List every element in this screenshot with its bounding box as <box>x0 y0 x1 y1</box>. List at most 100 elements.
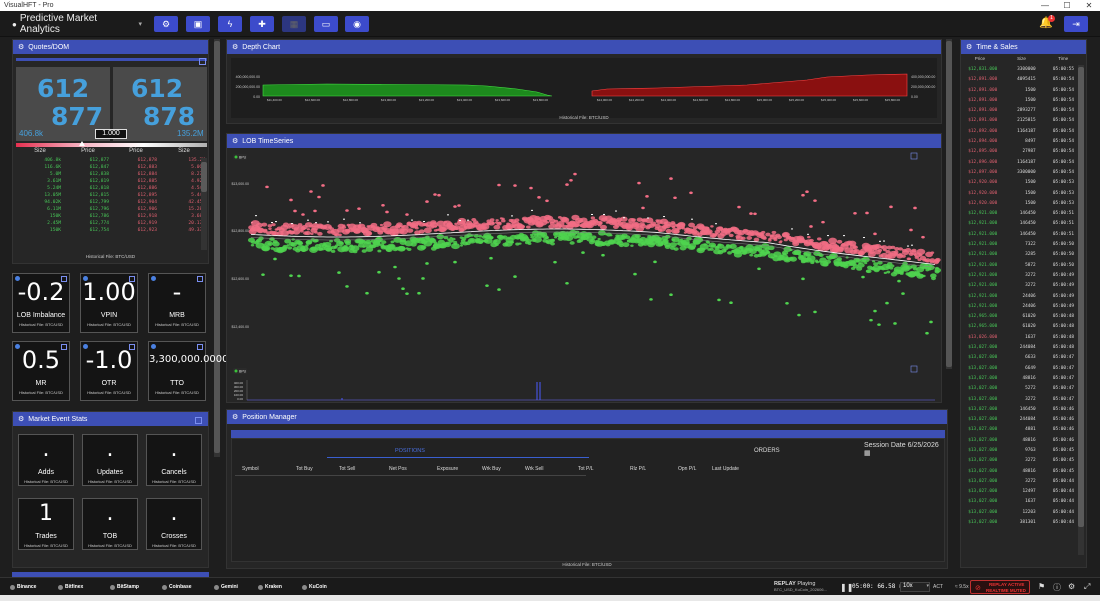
ts-row[interactable]: $13,027.000 1637 05:00:44 <box>963 497 1078 507</box>
ts-row[interactable]: $12,891.000 1500 05:00:54 <box>963 86 1078 96</box>
gear-icon[interactable]: ⚙ <box>18 43 24 51</box>
ts-row[interactable]: $13,027.000 3272 05:00:44 <box>963 477 1078 487</box>
ts-row[interactable]: $12,921.000 146450 05:00:51 <box>963 219 1078 229</box>
col-exposure[interactable]: Exposure <box>437 466 458 472</box>
popout-icon[interactable] <box>195 417 202 424</box>
workspace-selector[interactable]: ● Predictive Market Analytics ▾ <box>12 13 142 35</box>
ts-row[interactable]: $13,027.000 244084 05:00:46 <box>963 415 1078 425</box>
gear-icon[interactable]: ⚙ <box>232 43 238 51</box>
logout-button[interactable]: ⇥ <box>1064 16 1088 32</box>
dom-row[interactable]: 3.61M 612,819 612,885 4.92M <box>16 178 208 185</box>
col-symbol[interactable]: Symbol <box>242 466 259 472</box>
ts-row[interactable]: $13,027.000 3272 05:00:45 <box>963 456 1078 466</box>
exchange-bitstamp[interactable]: BitStamp <box>110 582 139 592</box>
ts-row[interactable]: $13,027.000 244084 05:00:48 <box>963 343 1078 353</box>
ts-row[interactable]: $12,896.000 1164187 05:00:54 <box>963 158 1078 168</box>
gear-icon[interactable]: ⚙ <box>232 137 238 145</box>
ts-row[interactable]: $12,965.000 61020 05:00:48 <box>963 312 1078 322</box>
ts-row[interactable]: $13,027.000 12497 05:00:44 <box>963 487 1078 497</box>
ts-row[interactable]: $12,921.000 7322 05:00:50 <box>963 240 1078 250</box>
calendar-icon[interactable]: ▦ <box>864 450 871 457</box>
notifications-button[interactable]: 🔔 1 <box>1036 15 1056 32</box>
ts-row[interactable]: $13,027.000 48816 05:00:47 <box>963 374 1078 384</box>
ts-row[interactable]: $12,895.000 27987 05:00:54 <box>963 147 1078 157</box>
col-opn-p-l[interactable]: Opn P/L <box>678 466 696 472</box>
ts-row[interactable]: $13,027.000 6649 05:00:47 <box>963 364 1078 374</box>
replay-active-alert[interactable]: ⊘ REPLAY ACTIVE REALTIME MUTED <box>970 580 1030 594</box>
user-button[interactable]: ◉ <box>345 16 369 32</box>
ts-row[interactable]: $13,027.000 9763 05:00:45 <box>963 446 1078 456</box>
gear-icon[interactable]: ⚙ <box>18 415 24 423</box>
minimize-button[interactable]: — <box>1034 0 1056 11</box>
left-column-scrollbar[interactable] <box>214 39 220 457</box>
ts-row[interactable]: $12,921.000 24406 05:00:49 <box>963 292 1078 302</box>
monitor-button[interactable]: ▣ <box>186 16 210 32</box>
disabled-button[interactable]: ▦ <box>282 16 306 32</box>
popout-icon[interactable] <box>199 58 206 65</box>
exchange-kraken[interactable]: Kraken <box>258 582 282 592</box>
col-wrk-sell[interactable]: Wrk Sell <box>525 466 544 472</box>
ts-row[interactable]: $12,921.000 24406 05:00:49 <box>963 302 1078 312</box>
gear-icon[interactable]: ⚙ <box>232 413 238 421</box>
expand-icon[interactable]: ⤢ <box>1084 582 1090 592</box>
ts-row[interactable]: $13,027.000 146450 05:00:46 <box>963 405 1078 415</box>
ts-row[interactable]: $13,027.000 4881 05:00:46 <box>963 425 1078 435</box>
dom-row[interactable]: 5.24M 612,818 612,886 4.54M <box>16 185 208 192</box>
gear-icon[interactable]: ⚙ <box>966 43 972 51</box>
ts-row[interactable]: $12,897.000 3300000 05:00:54 <box>963 168 1078 178</box>
ts-row[interactable]: $12,894.000 8497 05:00:54 <box>963 137 1078 147</box>
dom-row[interactable]: 406.8k 612,877 612,878 135.2M <box>16 157 208 164</box>
dom-row[interactable]: 2.45M 612,774 612,919 20.17M <box>16 220 208 227</box>
close-button[interactable]: ✕ <box>1078 0 1100 11</box>
ts-row[interactable]: $12,921.000 146450 05:00:51 <box>963 230 1078 240</box>
ts-row[interactable]: $12,891.000 2893277 05:00:54 <box>963 106 1078 116</box>
dom-scrollbar[interactable] <box>201 158 207 250</box>
col-rlz-p-l[interactable]: Rlz P/L <box>630 466 646 472</box>
ts-row[interactable]: $13,026.000 1637 05:00:48 <box>963 333 1078 343</box>
session-date-value[interactable]: 6/25/2026 <box>908 442 939 449</box>
popout-icon[interactable] <box>197 344 203 350</box>
center-scrollbar[interactable] <box>946 39 952 369</box>
tab-orders[interactable]: ORDERS <box>754 448 780 454</box>
col-tot-p-l[interactable]: Tot P/L <box>578 466 594 472</box>
plugins-button[interactable]: ✚ <box>250 16 274 32</box>
speed-select[interactable]: 10x ▾ <box>900 582 930 592</box>
ts-row[interactable]: $12,831.000 3300000 05:00:55 <box>963 65 1078 75</box>
maximize-button[interactable]: ☐ <box>1056 0 1078 11</box>
ts-row[interactable]: $12,921.000 146450 05:00:51 <box>963 209 1078 219</box>
exchange-kucoin[interactable]: KuCoin <box>302 582 327 592</box>
ts-row[interactable]: $12,965.000 61020 05:00:48 <box>963 322 1078 332</box>
ts-row[interactable]: $12,920.000 1500 05:00:53 <box>963 189 1078 199</box>
dom-row[interactable]: 94.02K 612,799 612,904 42.45M <box>16 199 208 206</box>
dom-row[interactable]: 116.6K 612,847 612,883 5.0GM <box>16 164 208 171</box>
ts-row[interactable]: $13,027.000 3272 05:00:47 <box>963 395 1078 405</box>
dom-row[interactable]: 6.11M 612,796 612,906 15.28M <box>16 206 208 213</box>
ts-row[interactable]: $12,920.000 1500 05:00:53 <box>963 199 1078 209</box>
layout-button[interactable]: ▭ <box>314 16 338 32</box>
ts-row[interactable]: $12,921.000 3285 05:00:50 <box>963 250 1078 260</box>
ts-row[interactable]: $12,891.000 2125815 05:00:54 <box>963 116 1078 126</box>
ts-row[interactable]: $13,027.000 5272 05:00:47 <box>963 384 1078 394</box>
col-tot-buy[interactable]: Tot Buy <box>296 466 313 472</box>
info-icon[interactable]: ⓘ <box>1053 582 1061 593</box>
ts-row[interactable]: $12,921.000 3272 05:00:49 <box>963 281 1078 291</box>
bookmark-icon[interactable]: ⚑ <box>1038 582 1045 591</box>
settings-icon[interactable]: ⚙ <box>1068 582 1075 591</box>
col-net-pos[interactable]: Net Pos <box>389 466 407 472</box>
studies-button[interactable]: ϟ <box>218 16 242 32</box>
ts-row[interactable]: $13,027.000 12203 05:00:44 <box>963 508 1078 518</box>
exchange-bitfinex[interactable]: Bitfinex <box>58 582 83 592</box>
tab-positions[interactable]: POSITIONS <box>395 448 425 454</box>
dom-row[interactable]: 150K 612,786 612,918 3.68M <box>16 213 208 220</box>
ts-row[interactable]: $12,921.000 3272 05:00:49 <box>963 271 1078 281</box>
ts-scrollbar[interactable] <box>1078 65 1084 555</box>
ts-row[interactable]: $12,920.000 1500 05:00:53 <box>963 178 1078 188</box>
ts-row[interactable]: $12,892.000 1164187 05:00:54 <box>963 127 1078 137</box>
col-tot-sell[interactable]: Tot Sell <box>339 466 355 472</box>
ts-row[interactable]: $13,027.000 48816 05:00:46 <box>963 436 1078 446</box>
ts-row[interactable]: $12,891.000 4095415 05:00:54 <box>963 75 1078 85</box>
ts-row[interactable]: $13,027.000 6633 05:00:47 <box>963 353 1078 363</box>
ts-row[interactable]: $13,027.000 48816 05:00:45 <box>963 467 1078 477</box>
exchange-binance[interactable]: Binance <box>10 582 36 592</box>
exchange-coinbase[interactable]: Coinbase <box>162 582 192 592</box>
